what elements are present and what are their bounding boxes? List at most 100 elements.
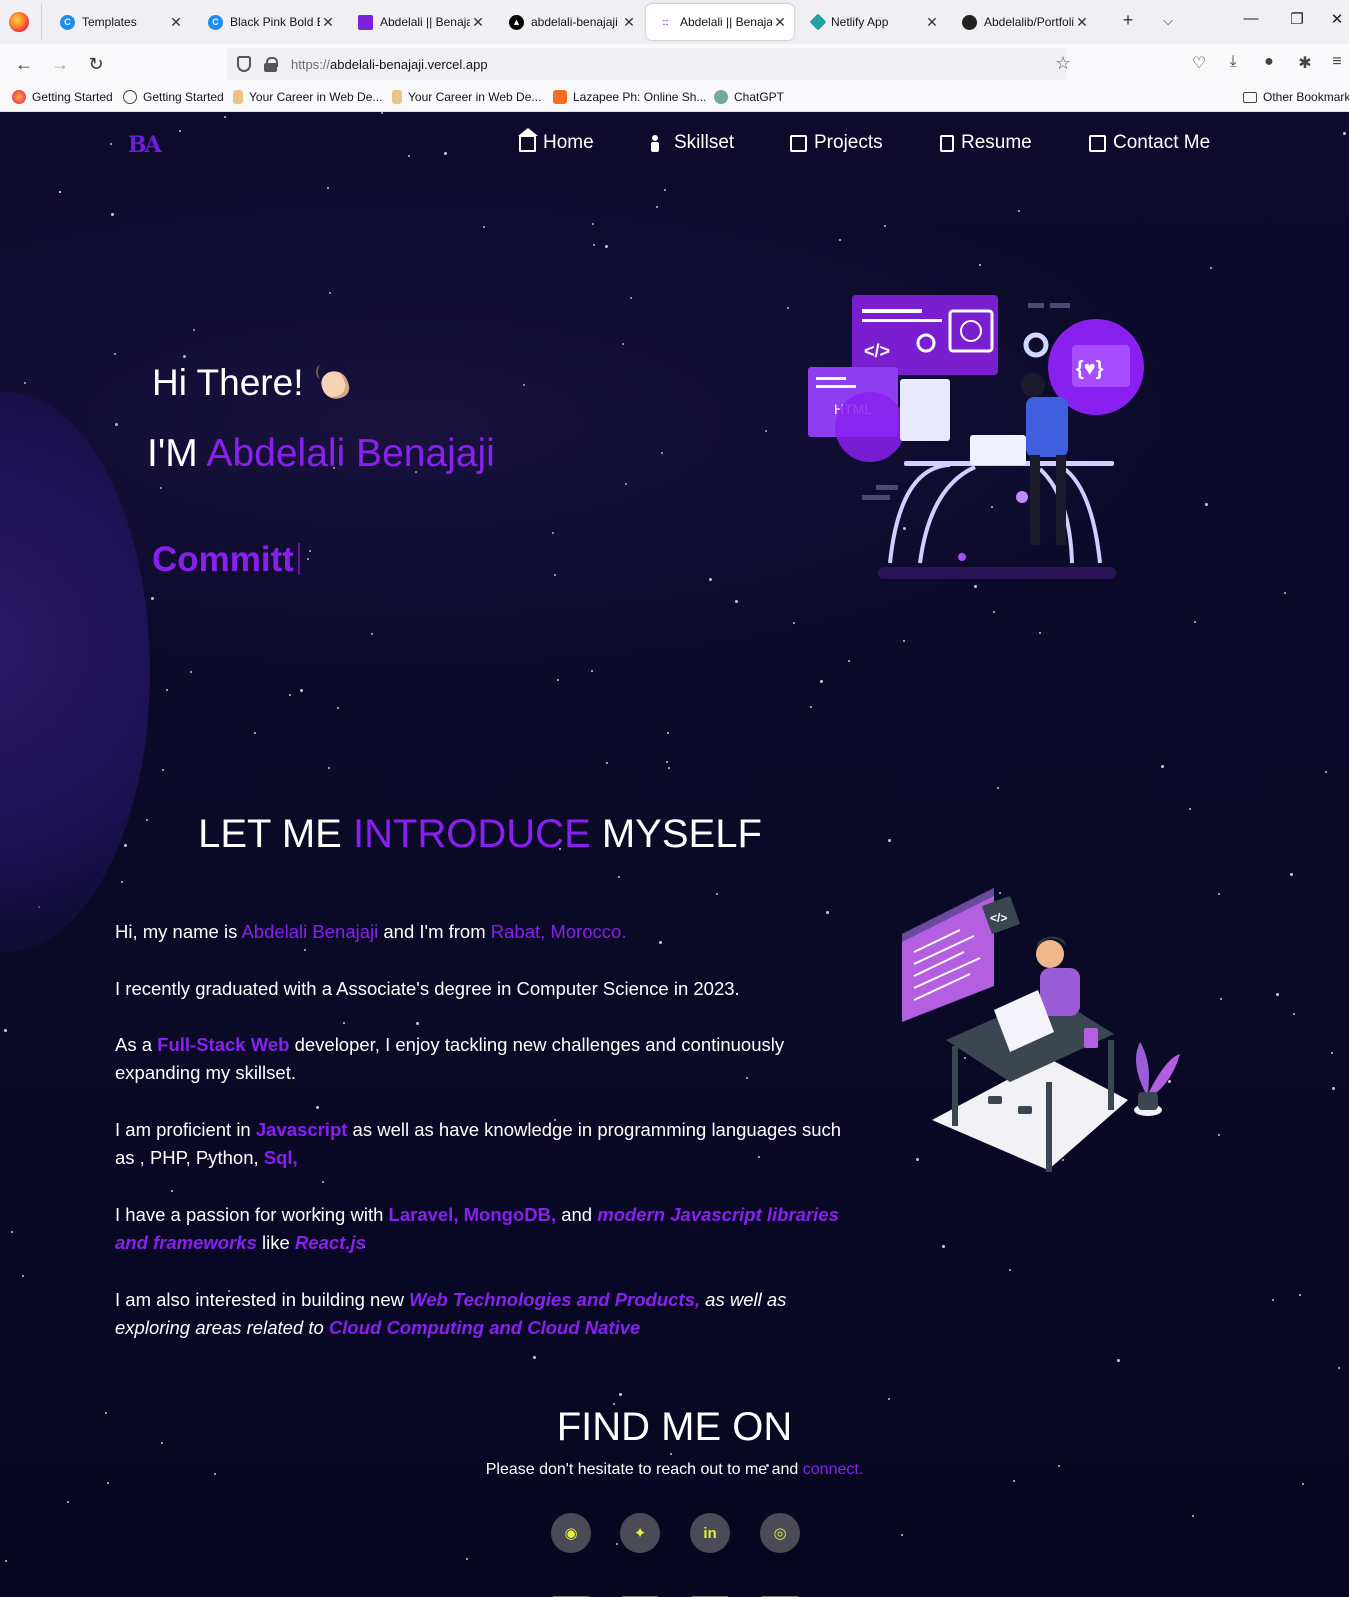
account-icon[interactable]: ●: [1258, 53, 1280, 71]
nav-label: Resume: [961, 132, 1032, 153]
tab-vercel[interactable]: ▲ abdelali-benajaji - ✕: [497, 4, 643, 40]
bookmark-item[interactable]: Getting Started: [123, 90, 224, 104]
download-icon[interactable]: ⤓: [1222, 53, 1244, 71]
twitter-social-button[interactable]: ✦: [620, 1513, 660, 1553]
vercel-icon: ▲: [509, 14, 524, 30]
close-window-icon[interactable]: ✕: [1326, 10, 1348, 28]
tab-title: Black Pink Bold El: [230, 15, 320, 29]
star-dot: [1192, 1515, 1194, 1517]
skillset-icon: [650, 134, 667, 152]
star-dot: [416, 1022, 419, 1025]
close-icon[interactable]: ✕: [924, 14, 940, 31]
connect-link[interactable]: connect.: [803, 1461, 863, 1478]
restore-icon[interactable]: ❐: [1282, 10, 1312, 28]
new-tab-icon[interactable]: +: [1116, 10, 1140, 31]
back-icon[interactable]: ←: [12, 52, 36, 76]
waving-hand-icon: [315, 363, 354, 401]
bookmark-item[interactable]: Your Career in Web De...: [392, 90, 541, 104]
star-dot: [533, 1356, 536, 1359]
bookmark-label: ChatGPT: [734, 90, 785, 104]
star-dot: [107, 1482, 109, 1484]
url-bar[interactable]: https://abdelali-benajaji.vercel.app ☆: [227, 48, 1071, 80]
nav-contact[interactable]: Contact Me: [1089, 132, 1210, 154]
close-icon[interactable]: ✕: [772, 14, 788, 31]
nav-projects[interactable]: Projects: [790, 132, 883, 154]
menu-icon[interactable]: ≡: [1326, 53, 1348, 71]
tab-title: Abdelalib/Portfoli: [984, 15, 1074, 29]
close-icon[interactable]: ✕: [621, 14, 637, 31]
tab-title: Abdelali || Benajaji: [380, 15, 470, 29]
close-icon[interactable]: ✕: [1074, 14, 1090, 31]
github-icon: [962, 14, 977, 30]
other-bookmarks[interactable]: Other Bookmark: [1243, 90, 1349, 104]
bookmark-icon: [392, 90, 402, 104]
star-dot: [1325, 771, 1327, 773]
extensions-icon[interactable]: ✱: [1294, 53, 1316, 73]
typewriter-text: Committ: [152, 540, 300, 580]
nav-resume[interactable]: Resume: [940, 132, 1032, 154]
globe-icon: [123, 90, 137, 104]
lazapee-icon: [553, 90, 567, 104]
linkedin-social-button[interactable]: in: [690, 1513, 730, 1553]
chevron-down-icon[interactable]: ⌵: [1156, 13, 1180, 29]
close-icon[interactable]: ✕: [320, 14, 336, 31]
star-dot: [1332, 1087, 1335, 1090]
star-dot: [1302, 1483, 1304, 1485]
bookmark-item[interactable]: Your Career in Web De...: [233, 90, 382, 104]
highlight: Web Technologies and Products,: [409, 1289, 701, 1310]
browser-tab-bar: C Templates ✕ C Black Pink Bold El ✕ Abd…: [0, 0, 1349, 44]
bookmark-item[interactable]: Getting Started: [12, 90, 113, 104]
nav-label: Projects: [814, 132, 883, 153]
svg-text:</>: </>: [990, 911, 1007, 925]
bookmark-item[interactable]: ChatGPT: [714, 90, 784, 104]
text: Hi, my name is: [115, 921, 242, 942]
text: I am also interested in building new: [115, 1289, 410, 1310]
typed-text: Committ: [152, 540, 294, 579]
forward-icon[interactable]: →: [48, 52, 72, 76]
twitter-icon: ✦: [633, 1525, 647, 1542]
greeting-text: Hi There!: [152, 362, 304, 403]
text: I have a passion for working with: [115, 1204, 389, 1225]
firefox-icon[interactable]: [9, 12, 29, 32]
canva-icon: C: [208, 14, 223, 30]
close-icon[interactable]: ✕: [470, 14, 486, 31]
tab-portfolio[interactable]: Abdelali || Benajaji ✕: [346, 4, 492, 40]
star-dot: [901, 1534, 903, 1536]
pocket-icon[interactable]: ♡: [1188, 53, 1210, 73]
tab-netlify[interactable]: Netlify App ✕: [800, 4, 946, 40]
star-dot: [618, 876, 620, 878]
close-icon[interactable]: ✕: [168, 14, 184, 31]
url-text[interactable]: https://abdelali-benajaji.vercel.app: [291, 57, 488, 72]
github-social-button[interactable]: ◉: [551, 1513, 591, 1553]
contact-icon: [1089, 134, 1106, 152]
bookmark-label: Lazapee Ph: Online Sh...: [573, 90, 707, 104]
site-logo[interactable]: BA: [128, 132, 162, 158]
nav-label: Skillset: [674, 132, 735, 153]
star-dot: [888, 1398, 890, 1400]
tab-title: abdelali-benajaji -: [531, 15, 621, 29]
text: and: [556, 1204, 598, 1225]
bookmark-item[interactable]: Lazapee Ph: Online Sh...: [553, 90, 706, 104]
star-dot: [121, 881, 123, 883]
minimize-icon[interactable]: —: [1236, 10, 1266, 27]
tab-portfolio-active[interactable]: :: Abdelali || Benajaji ✕: [646, 4, 794, 40]
bookmarks-bar: Getting Started Getting Started Your Car…: [0, 84, 1349, 112]
star-dot: [666, 761, 668, 763]
text: Please don't hesitate to reach out to me…: [485, 1461, 803, 1478]
star-dot: [1331, 1052, 1333, 1054]
tab-github[interactable]: Abdelalib/Portfoli ✕: [950, 4, 1096, 40]
tab-black-pink[interactable]: C Black Pink Bold El ✕: [196, 4, 342, 40]
nav-skillset[interactable]: Skillset: [650, 132, 734, 154]
instagram-social-button[interactable]: ◎: [760, 1513, 800, 1553]
lock-icon[interactable]: [264, 57, 278, 72]
shield-icon[interactable]: [237, 56, 251, 72]
reload-icon[interactable]: ↻: [84, 52, 108, 76]
text-cursor: [297, 543, 300, 575]
star-dot: [254, 732, 256, 734]
tab-templates[interactable]: C Templates ✕: [48, 4, 190, 40]
bookmark-star-icon[interactable]: ☆: [1055, 53, 1071, 73]
nav-home[interactable]: Home: [518, 127, 594, 154]
highlight: Full-Stack Web: [157, 1034, 290, 1055]
linkedin-icon: in: [703, 1524, 717, 1542]
star-dot: [1290, 873, 1293, 876]
